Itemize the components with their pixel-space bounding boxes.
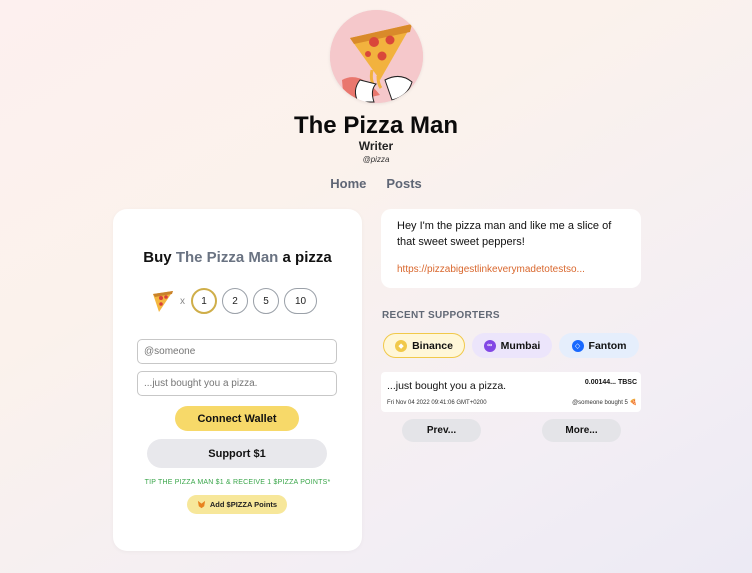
message-input[interactable] (137, 371, 337, 396)
add-points-button[interactable]: Add $PIZZA Points (187, 495, 287, 514)
bio-text: Hey I'm the pizza man and like me a slic… (397, 220, 612, 248)
add-points-label: Add $PIZZA Points (209, 500, 278, 509)
tx-message: ...just bought you a pizza. (387, 380, 507, 392)
quantity-option-5[interactable]: 5 (253, 288, 279, 314)
page-title: The Pizza Man (293, 112, 459, 139)
network-tab-fantom[interactable]: ◇ Fantom (559, 333, 639, 358)
quantity-option-1[interactable]: 1 (191, 288, 217, 314)
creator-handle: @pizza (362, 155, 390, 164)
times-sign: x (180, 295, 185, 307)
tx-amount: 0.00144... TBSC (584, 379, 637, 386)
nav-posts[interactable]: Posts (386, 176, 421, 191)
buy-title-prefix: Buy (143, 249, 172, 266)
nav-home[interactable]: Home (330, 176, 366, 191)
buy-title: Buy The Pizza Man a pizza (113, 249, 362, 266)
more-button[interactable]: More... (542, 419, 621, 442)
tx-supporter: @someone bought 5 🍕 (572, 400, 637, 406)
avatar (330, 10, 423, 103)
support-button[interactable]: Support $1 (147, 439, 327, 468)
network-label: Fantom (588, 339, 627, 352)
pizza-icon (153, 291, 173, 312)
buy-title-suffix: a pizza (282, 249, 332, 266)
creator-role: Writer (358, 139, 394, 153)
buy-title-name: The Pizza Man (175, 249, 279, 266)
fox-icon (197, 500, 205, 509)
fantom-icon: ◇ (571, 339, 584, 352)
list-item (381, 372, 641, 412)
tip-notice: TIP THE PIZZA MAN $1 & RECEIVE 1 $PIZZA … (144, 479, 331, 486)
prev-button[interactable]: Prev... (402, 419, 481, 442)
quantity-option-10[interactable]: 10 (284, 288, 317, 314)
quantity-option-2[interactable]: 2 (222, 288, 248, 314)
polygon-icon: ∞ (483, 339, 496, 352)
network-label: Mumbai (500, 339, 541, 352)
tx-date: Fri Nov 04 2022 09:41:06 GMT+0200 (387, 400, 487, 406)
network-tab-mumbai[interactable]: ∞ Mumbai (472, 333, 552, 358)
binance-icon: ◆ (395, 339, 408, 352)
pizza-slice-icon (330, 10, 423, 103)
recent-supporters-heading: RECENT SUPPORTERS (382, 310, 500, 321)
connect-wallet-button[interactable]: Connect Wallet (175, 406, 299, 431)
network-label: Binance (412, 339, 453, 352)
bio-link[interactable]: https://pizzabigestlinkeverymadetotestso… (397, 264, 632, 275)
main-nav: Home Posts (0, 176, 752, 191)
name-input[interactable] (137, 339, 337, 364)
network-tab-binance[interactable]: ◆ Binance (383, 333, 465, 358)
quantity-selector: x 1 2 5 10 (150, 287, 322, 315)
